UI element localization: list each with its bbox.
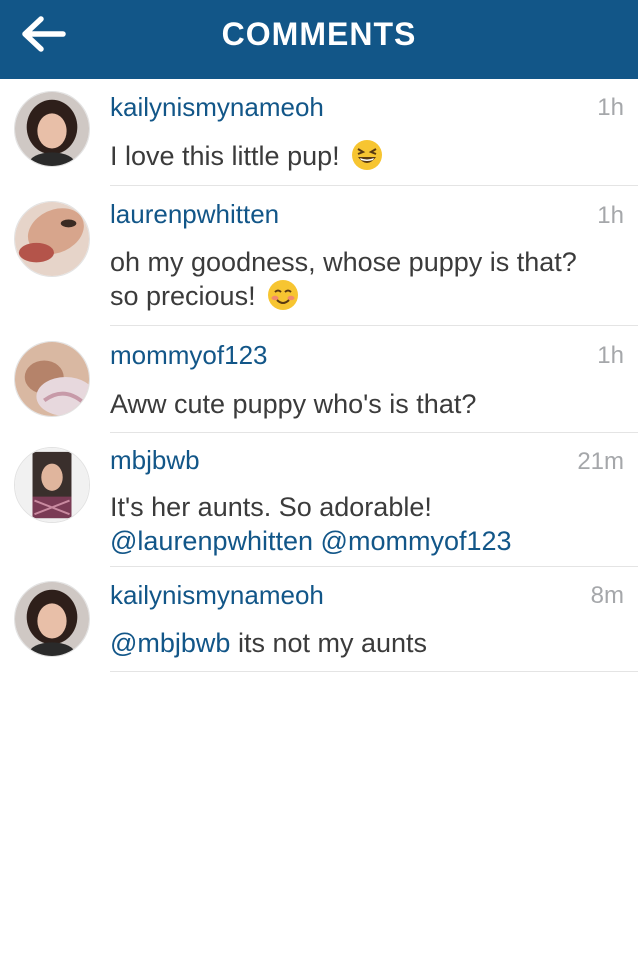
comment-text: Aww cute puppy who's is that? — [110, 389, 477, 419]
avatar[interactable] — [14, 447, 90, 523]
comment-text: I love this little pup! — [110, 139, 625, 174]
comment-body: I love this little pup! — [110, 141, 340, 171]
comment-divider — [110, 432, 638, 433]
comment-timestamp: 21m — [577, 448, 624, 475]
page-title: COMMENTS — [221, 16, 417, 52]
comment-username[interactable]: kailynismynameoh — [110, 91, 324, 123]
comment-divider — [110, 325, 638, 326]
comment-divider — [110, 671, 638, 672]
smiling-face-icon — [268, 279, 299, 310]
grinning-squinting-face-icon — [352, 139, 383, 170]
avatar[interactable] — [14, 91, 90, 167]
comment-divider — [110, 566, 638, 567]
comment-line: so precious! — [110, 281, 256, 311]
mention-link[interactable]: @mbjbwb — [110, 628, 230, 658]
comment-timestamp: 1h — [597, 202, 624, 229]
comment-username[interactable]: mommyof123 — [110, 339, 268, 371]
mention-link[interactable]: @laurenpwhitten — [110, 526, 313, 556]
header-bar: COMMENTS — [0, 0, 638, 79]
comment-line: oh my goodness, whose puppy is that? — [110, 247, 577, 277]
avatar[interactable] — [14, 581, 90, 657]
comment-timestamp: 1h — [597, 342, 624, 369]
comment-username[interactable]: mbjbwb — [110, 444, 200, 476]
comment-body: its not my aunts — [237, 628, 428, 658]
comment-divider — [110, 185, 638, 186]
mention-link[interactable]: @mommyof123 — [321, 526, 512, 556]
comment-username[interactable]: laurenpwhitten — [110, 198, 279, 230]
comment-username[interactable]: kailynismynameoh — [110, 579, 324, 611]
comment-line: It's her aunts. So adorable! — [110, 492, 432, 522]
comment-text: It's her aunts. So adorable! @laurenpwhi… — [110, 490, 625, 558]
comment-text: @mbjbwb its not my aunts — [110, 626, 625, 660]
avatar[interactable] — [14, 201, 90, 277]
comment-text: oh my goodness, whose puppy is that? so … — [110, 245, 625, 314]
avatar[interactable] — [14, 341, 90, 417]
comment-timestamp: 8m — [590, 582, 624, 609]
comment-timestamp: 1h — [597, 94, 624, 121]
